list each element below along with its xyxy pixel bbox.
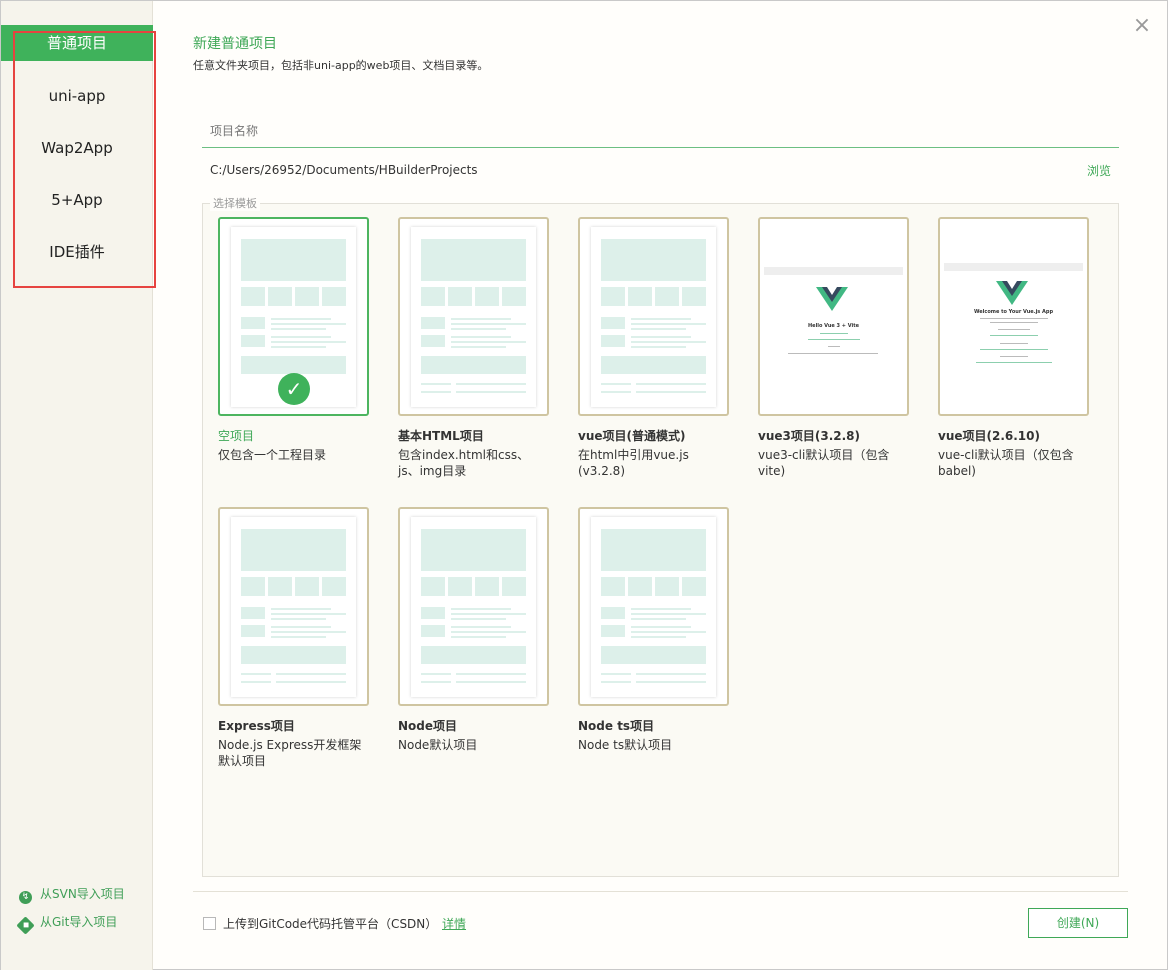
template-desc-express: Node.js Express开发框架默认项目 <box>218 738 362 768</box>
vue-logo-icon <box>996 281 1028 305</box>
template-desc-vue-normal: 在html中引用vue.js (v3.2.8) <box>578 448 689 478</box>
template-card-basic-html[interactable] <box>398 217 549 416</box>
template-desc-basic-html: 包含index.html和css、js、img目录 <box>398 448 530 478</box>
dialog-title: 新建普通项目 <box>193 36 277 52</box>
git-icon: ◆ <box>16 916 35 935</box>
template-card-vue2[interactable]: Welcome to Your Vue.js App <box>938 217 1089 416</box>
vue3-screenshot-title: Hello Vue 3 + Vite <box>808 323 859 329</box>
template-thumbnail <box>591 227 716 407</box>
sidebar-item-normal-project[interactable]: 普通项目 <box>1 25 153 61</box>
template-desc-vue2: vue-cli默认项目（仅包含babel) <box>938 448 1074 478</box>
vue2-screenshot-title: Welcome to Your Vue.js App <box>973 309 1054 315</box>
template-title-node-ts[interactable]: Node ts项目 <box>578 717 654 734</box>
template-title-express[interactable]: Express项目 <box>218 717 295 734</box>
footer-divider <box>193 891 1128 892</box>
import-from-git-label: 从Git导入项目 <box>40 915 118 929</box>
template-card-vue-normal[interactable] <box>578 217 729 416</box>
template-title-vue3[interactable]: vue3项目(3.2.8) <box>758 427 860 444</box>
selected-check-icon: ✓ <box>278 373 310 405</box>
vue3-app-screenshot: Hello Vue 3 + Vite <box>760 267 907 365</box>
close-icon[interactable]: × <box>1131 15 1153 37</box>
template-card-vue3[interactable]: Hello Vue 3 + Vite <box>758 217 909 416</box>
vue2-app-screenshot: Welcome to Your Vue.js App <box>940 263 1087 371</box>
template-desc-vue3: vue3-cli默认项目（包含vite) <box>758 448 890 478</box>
sidebar-item-uni-app[interactable]: uni-app <box>1 78 153 114</box>
create-button[interactable]: 创建(N) <box>1028 908 1128 938</box>
template-title-vue-normal[interactable]: vue项目(普通模式) <box>578 427 685 444</box>
template-thumbnail <box>411 227 536 407</box>
import-from-svn-link[interactable]: ↯ 从SVN导入项目 <box>19 886 125 904</box>
browse-button[interactable]: 浏览 <box>1087 162 1111 179</box>
template-card-node-ts[interactable] <box>578 507 729 706</box>
project-path-field[interactable]: C:/Users/26952/Documents/HBuilderProject… <box>210 163 478 177</box>
upload-gitcode-checkbox[interactable] <box>203 917 216 930</box>
project-name-input[interactable] <box>202 115 1119 148</box>
template-card-empty[interactable]: ✓ <box>218 217 369 416</box>
dialog-subtitle: 任意文件夹项目，包括非uni-app的web项目、文档目录等。 <box>193 59 489 72</box>
sidebar-item-5plus-app[interactable]: 5+App <box>1 182 153 218</box>
vue-logo-icon <box>816 287 848 311</box>
upload-gitcode-label[interactable]: 上传到GitCode代码托管平台（CSDN） <box>223 915 437 932</box>
template-title-vue2[interactable]: vue项目(2.6.10) <box>938 427 1040 444</box>
details-link[interactable]: 详情 <box>442 915 466 932</box>
project-type-sidebar: 普通项目 uni-app Wap2App 5+App IDE插件 ↯ 从SVN导入… <box>1 1 153 970</box>
template-thumbnail <box>231 517 356 697</box>
template-desc-node: Node默认项目 <box>398 738 478 752</box>
template-thumbnail <box>591 517 716 697</box>
template-thumbnail <box>411 517 536 697</box>
import-from-git-link[interactable]: ◆ 从Git导入项目 <box>16 914 118 935</box>
template-legend: 选择模板 <box>210 195 260 211</box>
svn-icon: ↯ <box>19 891 32 904</box>
new-project-dialog: 普通项目 uni-app Wap2App 5+App IDE插件 ↯ 从SVN导入… <box>0 0 1168 970</box>
template-card-node[interactable] <box>398 507 549 706</box>
template-title-empty[interactable]: 空项目 <box>218 427 254 444</box>
sidebar-item-ide-plugin[interactable]: IDE插件 <box>1 234 153 270</box>
import-from-svn-label: 从SVN导入项目 <box>40 887 125 901</box>
template-card-express[interactable] <box>218 507 369 706</box>
template-title-node[interactable]: Node项目 <box>398 717 457 734</box>
template-title-basic-html[interactable]: 基本HTML项目 <box>398 427 484 444</box>
template-desc-empty: 仅包含一个工程目录 <box>218 448 327 462</box>
sidebar-item-wap2app[interactable]: Wap2App <box>1 130 153 166</box>
template-desc-node-ts: Node ts默认项目 <box>578 738 673 752</box>
